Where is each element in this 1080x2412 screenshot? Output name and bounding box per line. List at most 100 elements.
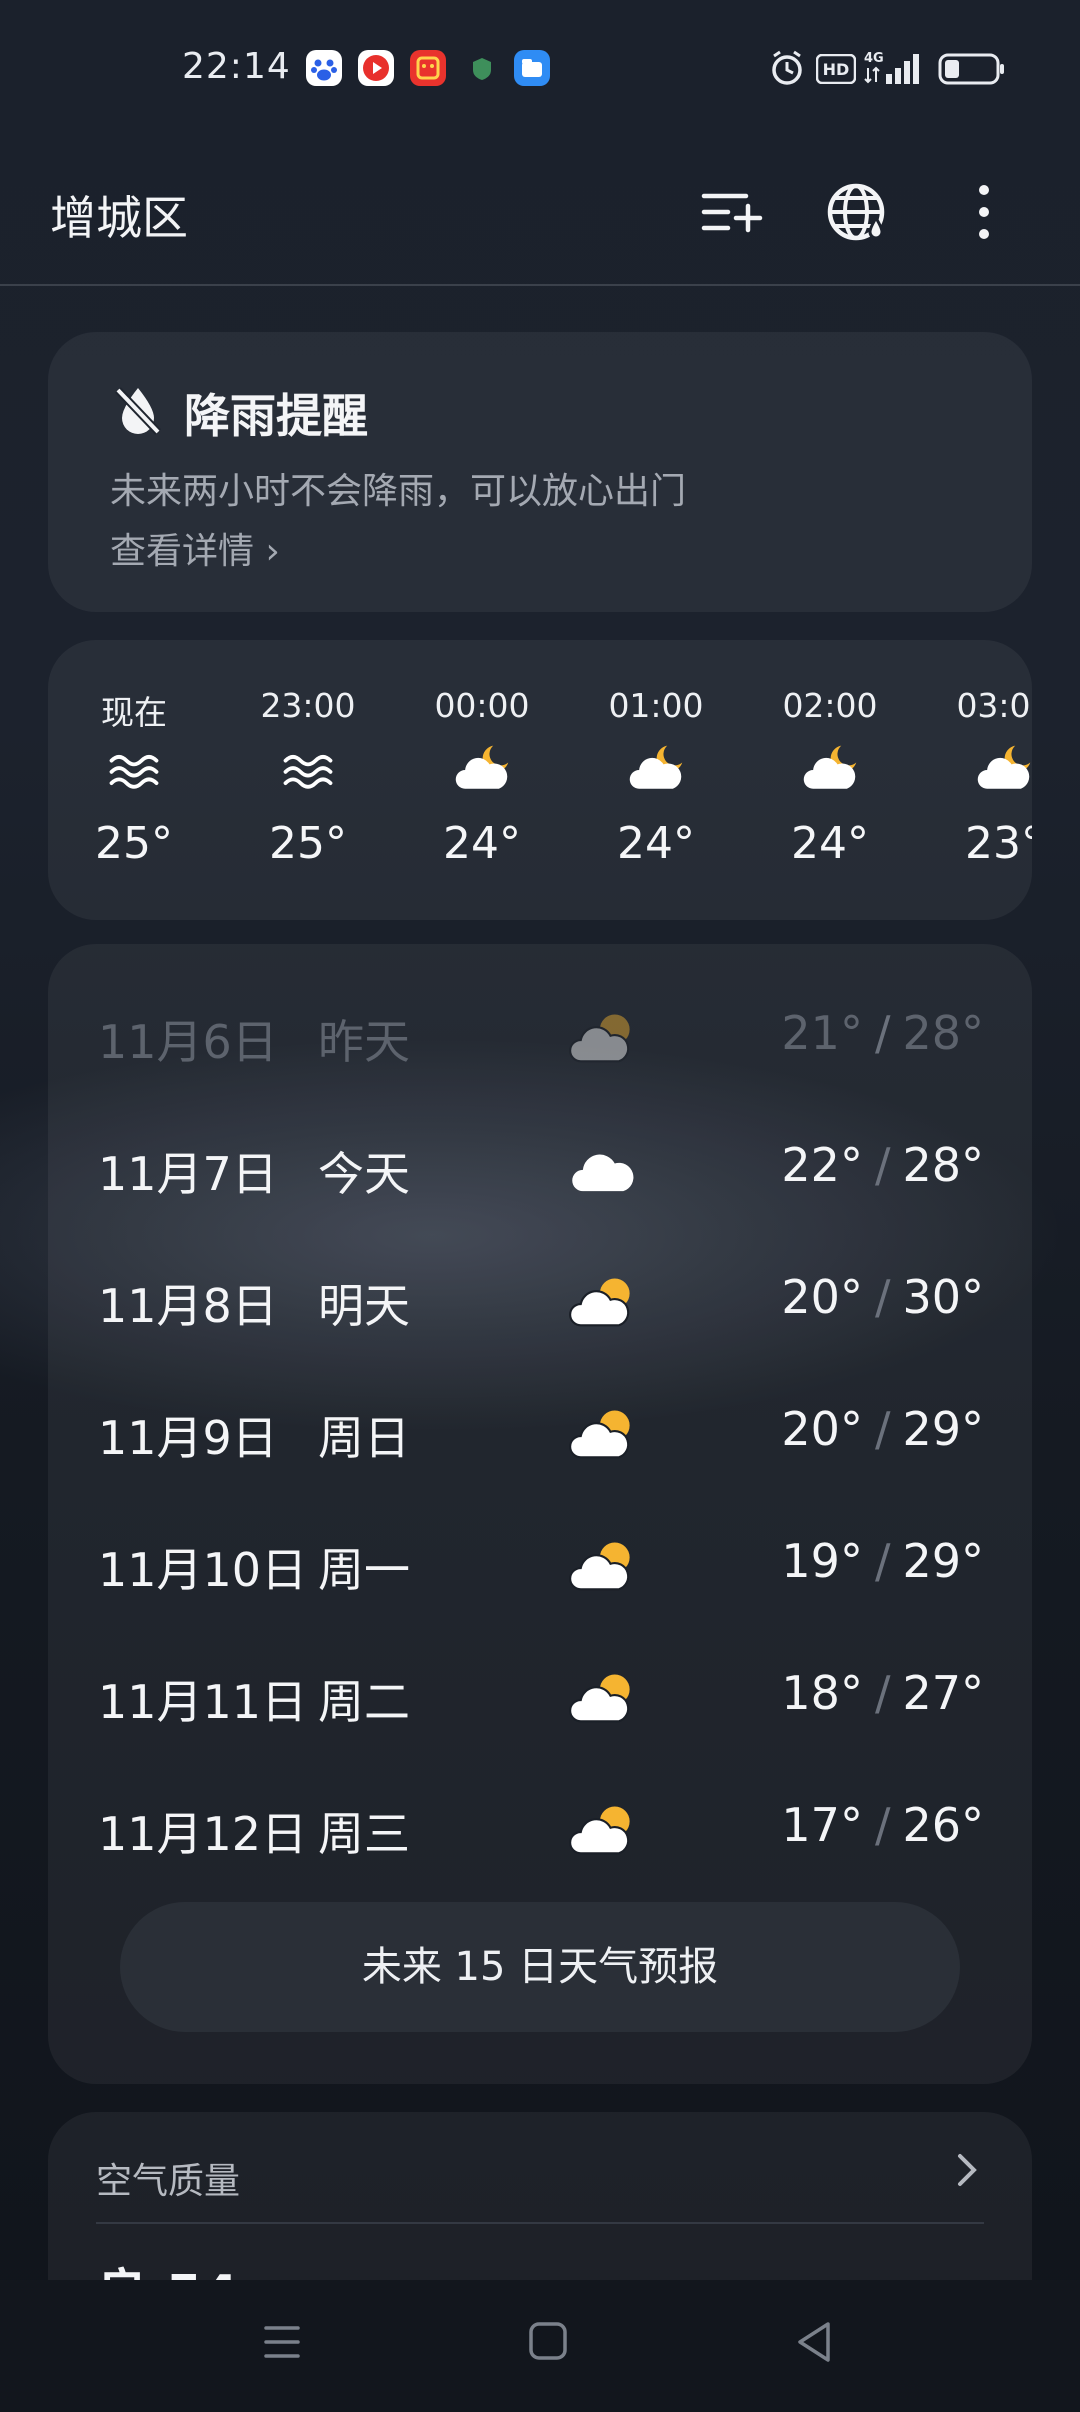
back-icon[interactable] [794, 2320, 834, 2368]
temp-separator: / [874, 1402, 891, 1456]
daily-day-name: 周二 [318, 1675, 410, 1729]
more-icon[interactable] [948, 176, 1020, 248]
no-rain-icon [112, 382, 164, 442]
rain-alert-details-link[interactable]: 查看详情 › [110, 522, 280, 574]
air-quality-value: 良 54 [96, 2252, 238, 2280]
battery-icon [938, 52, 1006, 90]
temp-separator: / [874, 1666, 891, 1720]
daily-row[interactable]: 11月11日 周二 18°/27° [48, 1644, 1032, 1744]
chevron-right-icon[interactable] [952, 2150, 982, 2194]
daily-date: 11月11日 [98, 1675, 308, 1729]
baidu-app-icon [306, 50, 342, 86]
air-quality-card[interactable]: 空气质量 良 54 [48, 2112, 1032, 2280]
daily-temp-range: 19°/29° [781, 1534, 984, 1588]
partly-cloudy-icon [568, 1006, 636, 1078]
menu-icon[interactable] [262, 2320, 302, 2368]
partly-cloudy-icon [568, 1534, 636, 1606]
temp-separator: / [874, 1270, 891, 1324]
cloudy-night-icon [626, 740, 686, 804]
daily-high: 26° [902, 1798, 984, 1852]
daily-row[interactable]: 11月10日 周一 19°/29° [48, 1512, 1032, 1612]
partly-cloudy-icon [568, 1270, 636, 1342]
hourly-temp: 24° [443, 818, 521, 869]
cloudy-night-icon [452, 740, 512, 804]
globe-icon[interactable] [822, 176, 894, 248]
daily-temp-range: 21°/28° [781, 1006, 984, 1060]
daily-low: 19° [781, 1534, 863, 1588]
hourly-temp: 25° [269, 818, 347, 869]
daily-day-name: 周三 [318, 1807, 410, 1861]
system-nav-bar [0, 2280, 1080, 2412]
hourly-time: 00:00 [434, 686, 530, 725]
daily-date: 11月8日 [98, 1279, 278, 1333]
status-time: 22:14 [182, 46, 291, 87]
hourly-time: 现在 [101, 693, 167, 732]
daily-day-name: 今天 [318, 1147, 410, 1201]
hd-icon: HD [815, 53, 857, 88]
divider [96, 2222, 984, 2224]
daily-forecast-card: 11月6日 昨天 21°/28° 11月7日 今天 22°/28° 11月8日 明天… [48, 944, 1032, 2084]
daily-date: 11月7日 [98, 1147, 278, 1201]
network-label: 4G [864, 51, 884, 66]
daily-day-name: 周日 [318, 1411, 410, 1465]
temp-separator: / [874, 1534, 891, 1588]
daily-low: 17° [781, 1798, 863, 1852]
add-city-icon[interactable] [694, 176, 766, 248]
home-icon[interactable] [528, 2320, 568, 2368]
daily-low: 18° [781, 1666, 863, 1720]
daily-row[interactable]: 11月6日 昨天 21°/28° [48, 984, 1032, 1084]
temp-separator: / [874, 1006, 891, 1060]
daily-date: 11月12日 [98, 1807, 308, 1861]
hd-label: HD [823, 60, 850, 79]
fifteen-day-forecast-button[interactable]: 未来 15 日天气预报 [120, 1902, 960, 2032]
daily-low: 22° [781, 1138, 863, 1192]
daily-day-name: 明天 [318, 1279, 410, 1333]
hourly-temp: 24° [791, 818, 869, 869]
hourly-forecast-card[interactable]: 现在 25° 23:00 25° 00:00 24° 01:00 24° 02:00 2… [48, 640, 1032, 920]
rain-alert-description: 未来两小时不会降雨，可以放心出门 [110, 471, 687, 512]
hourly-time: 23:00 [260, 686, 356, 725]
hourly-time: 01:00 [608, 686, 704, 725]
daily-row[interactable]: 11月9日 周日 20°/29° [48, 1380, 1032, 1480]
rain-alert-title: 降雨提醒 [184, 389, 368, 443]
daily-low: 20° [781, 1402, 863, 1456]
daily-day-name: 周一 [318, 1543, 410, 1597]
app-header: 增城区 [0, 140, 1080, 286]
hourly-time: 02:00 [782, 686, 878, 725]
daily-high: 29° [902, 1534, 984, 1588]
alarm-icon [768, 48, 806, 92]
daily-low: 20° [781, 1270, 863, 1324]
city-name[interactable]: 增城区 [50, 182, 188, 248]
daily-temp-range: 20°/30° [781, 1270, 984, 1324]
hourly-temp: 24° [617, 818, 695, 869]
shield-app-icon [464, 50, 500, 86]
daily-date: 11月9日 [98, 1411, 278, 1465]
daily-temp-range: 20°/29° [781, 1402, 984, 1456]
daily-row[interactable]: 11月8日 明天 20°/30° [48, 1248, 1032, 1348]
daily-high: 28° [902, 1006, 984, 1060]
hourly-temp: 25° [95, 818, 173, 869]
temp-separator: / [874, 1798, 891, 1852]
files-app-icon [514, 50, 550, 86]
partly-cloudy-icon [568, 1798, 636, 1870]
hourly-time: 03:00 [956, 686, 1032, 725]
daily-row[interactable]: 11月12日 周三 17°/26° [48, 1776, 1032, 1876]
rain-alert-card[interactable]: 降雨提醒 未来两小时不会降雨，可以放心出门 查看详情 › [48, 332, 1032, 612]
daily-day-name: 昨天 [318, 1015, 410, 1069]
daily-temp-range: 22°/28° [781, 1138, 984, 1192]
cloudy-night-icon [974, 740, 1032, 804]
video-app-icon [358, 50, 394, 86]
air-quality-title: 空气质量 [96, 2161, 241, 2202]
daily-row[interactable]: 11月7日 今天 22°/28° [48, 1116, 1032, 1216]
cloud-icon [568, 1138, 636, 1210]
daily-low: 21° [781, 1006, 863, 1060]
daily-temp-range: 17°/26° [781, 1798, 984, 1852]
daily-high: 28° [902, 1138, 984, 1192]
cloudy-night-icon [800, 740, 860, 804]
daily-date: 11月6日 [98, 1015, 278, 1069]
daily-temp-range: 18°/27° [781, 1666, 984, 1720]
daily-date: 11月10日 [98, 1543, 308, 1597]
daily-high: 30° [902, 1270, 984, 1324]
partly-cloudy-icon [568, 1402, 636, 1474]
daily-high: 27° [902, 1666, 984, 1720]
